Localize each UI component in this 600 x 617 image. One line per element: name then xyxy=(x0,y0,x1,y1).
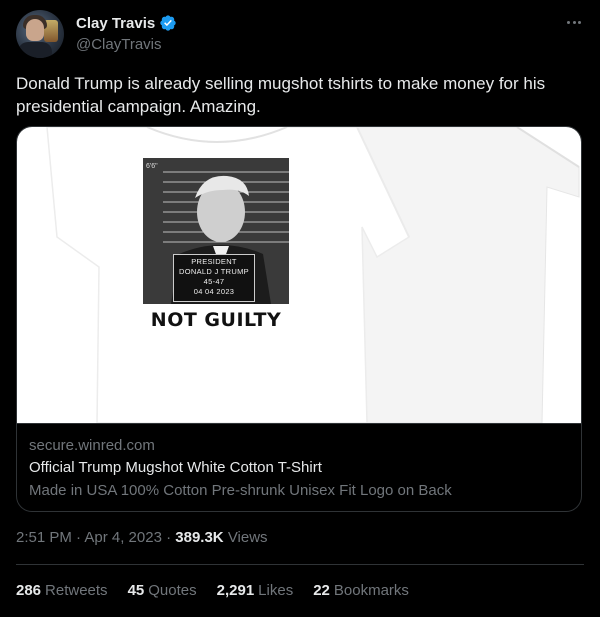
card-description: Made in USA 100% Cotton Pre-shrunk Unise… xyxy=(29,482,452,499)
card-domain: secure.winred.com xyxy=(29,437,155,454)
link-card[interactable]: 6'6" PRESIDENT DONALD J TRUMP 45-47 04 0… xyxy=(16,126,582,512)
verified-badge-icon[interactable] xyxy=(159,14,177,32)
stat-bookmarks[interactable]: 22 Bookmarks xyxy=(313,582,409,599)
stat-retweets[interactable]: 286 Retweets xyxy=(16,582,108,599)
divider xyxy=(16,564,584,565)
stat-label: Retweets xyxy=(45,582,108,599)
card-image[interactable]: 6'6" PRESIDENT DONALD J TRUMP 45-47 04 0… xyxy=(17,127,581,423)
mugshot-graphic: 6'6" PRESIDENT DONALD J TRUMP 45-47 04 0… xyxy=(143,158,289,304)
tweet-header: Clay Travis @ClayTravis xyxy=(16,10,584,60)
card-title: Official Trump Mugshot White Cotton T-Sh… xyxy=(29,459,322,476)
author-name-row: Clay Travis xyxy=(76,14,177,32)
stat-label: Quotes xyxy=(148,582,197,599)
views-count: 389.3K xyxy=(175,529,224,546)
author-handle[interactable]: @ClayTravis xyxy=(76,36,162,53)
booking-placard: PRESIDENT DONALD J TRUMP 45-47 04 04 202… xyxy=(173,254,255,302)
shirt-print-text: NOT GUILTY xyxy=(150,309,282,331)
stat-number: 22 xyxy=(313,582,330,599)
author-display-name[interactable]: Clay Travis xyxy=(76,15,155,32)
tweet-text: Donald Trump is already selling mugshot … xyxy=(16,74,546,116)
placard-line: DONALD J TRUMP xyxy=(179,267,249,276)
stat-quotes[interactable]: 45 Quotes xyxy=(128,582,197,599)
avatar-face xyxy=(26,19,44,41)
tweet-timestamp[interactable]: 2:51 PM · Apr 4, 2023 xyxy=(16,529,162,546)
stat-label: Likes xyxy=(258,582,294,599)
placard-line: 04 04 2023 xyxy=(193,287,235,296)
height-mark: 6'6" xyxy=(146,163,158,170)
tweet-meta: 2:51 PM · Apr 4, 2023 · 389.3K Views xyxy=(16,529,268,546)
stat-likes[interactable]: 2,291 Likes xyxy=(217,582,294,599)
placard-line: 45-47 xyxy=(203,277,225,286)
meta-separator: · xyxy=(161,529,176,546)
placard-line: PRESIDENT xyxy=(191,257,237,266)
card-info[interactable]: secure.winred.com Official Trump Mugshot… xyxy=(17,423,581,511)
views-label: Views xyxy=(227,529,268,546)
stat-label: Bookmarks xyxy=(333,582,409,599)
stat-number: 286 xyxy=(16,582,42,599)
avatar-shirt xyxy=(18,42,52,58)
stat-number: 45 xyxy=(127,582,145,599)
more-options-icon[interactable] xyxy=(564,12,584,32)
stat-number: 2,291 xyxy=(216,582,255,599)
engagement-stats: 286 Retweets 45 Quotes 2,291 Likes 22 Bo… xyxy=(16,582,409,599)
avatar[interactable] xyxy=(16,10,64,58)
